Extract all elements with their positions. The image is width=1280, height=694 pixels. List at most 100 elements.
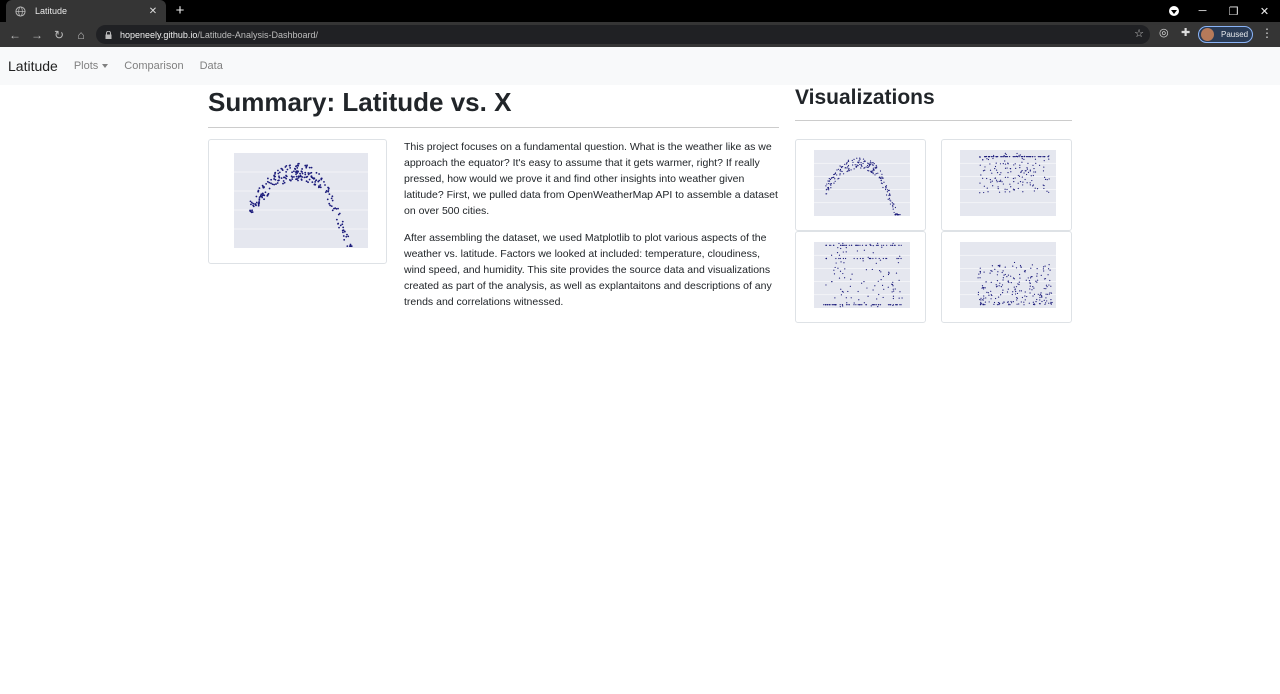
- nav-plots-dropdown[interactable]: Plots: [74, 60, 109, 72]
- plot-point: [834, 178, 836, 180]
- plot-point: [847, 166, 849, 168]
- viz-thumbnail-cloudiness[interactable]: [795, 231, 926, 323]
- plot-point: [1033, 190, 1035, 192]
- plot-point: [881, 176, 883, 178]
- plot-point: [875, 262, 877, 264]
- browser-menu-icon[interactable]: ⋮: [1261, 26, 1273, 40]
- plot-point: [262, 186, 265, 189]
- bookmark-star-icon[interactable]: ☆: [1134, 27, 1144, 40]
- plot-point: [315, 171, 318, 174]
- plot-point: [855, 304, 857, 306]
- reload-icon[interactable]: ↻: [48, 28, 70, 42]
- forward-icon[interactable]: →: [26, 28, 48, 42]
- media-control-icon[interactable]: [1169, 6, 1179, 16]
- plot-point: [853, 257, 855, 260]
- plot-point: [342, 235, 345, 237]
- plot-point: [995, 162, 997, 164]
- browser-tab[interactable]: Latitude ✕: [6, 0, 166, 22]
- main-plot-thumbnail[interactable]: [208, 139, 387, 264]
- plot-point: [990, 290, 992, 292]
- plot-point: [997, 271, 999, 273]
- plot-point: [890, 244, 892, 246]
- plot-point: [983, 191, 985, 194]
- plot-point: [1032, 301, 1034, 303]
- plot-point: [1006, 276, 1008, 278]
- viz-thumbnail-humidity[interactable]: [941, 139, 1072, 231]
- close-window-icon[interactable]: ✕: [1249, 5, 1280, 18]
- plot-point: [999, 173, 1001, 176]
- plot-point: [1013, 180, 1015, 183]
- plot-point: [872, 244, 874, 247]
- viz-thumbnail-temperature[interactable]: [795, 139, 926, 231]
- lock-icon[interactable]: [104, 30, 112, 39]
- plot-point: [1016, 299, 1018, 301]
- address-bar[interactable]: hopeneely.github.io/Latitude-Analysis-Da…: [96, 25, 1150, 44]
- plot-point: [280, 167, 283, 170]
- back-icon[interactable]: ←: [4, 28, 26, 42]
- viz-thumbnail-wind-speed[interactable]: [941, 231, 1072, 323]
- plot-point: [334, 207, 337, 210]
- plot-point: [875, 304, 877, 306]
- plot-point: [877, 244, 879, 246]
- plot-point: [1026, 295, 1028, 298]
- plot-point: [280, 177, 283, 180]
- extensions-puzzle-icon[interactable]: ✚: [1181, 26, 1190, 39]
- plot-point: [1023, 158, 1025, 161]
- plot-point: [255, 204, 257, 207]
- plot-point: [982, 177, 984, 179]
- nav-data-link[interactable]: Data: [200, 60, 223, 72]
- navbar-brand[interactable]: Latitude: [8, 58, 58, 74]
- plot-point: [331, 195, 334, 198]
- plot-point: [856, 250, 858, 252]
- plot-point: [1032, 303, 1035, 306]
- plot-point: [987, 292, 989, 294]
- temperature-plot-image: [234, 153, 368, 248]
- plot-point: [857, 290, 859, 293]
- chevron-down-icon: [102, 64, 109, 69]
- plot-point: [341, 223, 344, 226]
- plot-point: [346, 245, 349, 247]
- restore-icon[interactable]: ❐: [1218, 5, 1249, 18]
- plot-point: [986, 187, 988, 189]
- plot-point: [882, 186, 884, 189]
- nav-comparison-link[interactable]: Comparison: [124, 60, 183, 72]
- plot-point: [862, 257, 864, 260]
- plot-point: [873, 163, 875, 165]
- plot-point: [1029, 282, 1031, 284]
- minimize-icon[interactable]: ─: [1187, 5, 1218, 17]
- plot-point: [839, 170, 841, 172]
- plot-point: [1037, 293, 1039, 295]
- plot-point: [1033, 167, 1035, 170]
- plot-point: [979, 272, 981, 274]
- plot-point: [1036, 279, 1039, 281]
- tab-close-icon[interactable]: ✕: [146, 6, 160, 17]
- plot-point: [308, 166, 311, 169]
- plot-point: [299, 172, 301, 175]
- plot-point: [1042, 266, 1045, 268]
- plot-point: [870, 171, 872, 173]
- plot-point: [984, 169, 986, 171]
- plot-point: [1026, 167, 1028, 169]
- plot-point: [297, 170, 300, 173]
- plot-point: [310, 166, 313, 169]
- plot-point: [998, 302, 1000, 304]
- extension-icon[interactable]: ◎: [1159, 26, 1169, 39]
- plot-point: [266, 177, 269, 180]
- plot-point: [251, 209, 253, 212]
- plot-point: [823, 304, 825, 306]
- plot-point: [885, 185, 887, 188]
- plot-point: [988, 294, 990, 296]
- plot-point: [872, 167, 874, 169]
- plot-point: [1022, 191, 1024, 193]
- plot-point: [984, 304, 986, 306]
- plot-point: [1029, 288, 1031, 290]
- plot-point: [867, 166, 869, 168]
- profile-button[interactable]: Paused: [1198, 26, 1253, 43]
- plot-point: [1014, 177, 1016, 179]
- plot-point: [1007, 163, 1009, 165]
- plot-point: [863, 302, 865, 304]
- new-tab-icon[interactable]: +: [173, 3, 187, 19]
- plot-point: [985, 297, 987, 299]
- home-icon[interactable]: ⌂: [70, 28, 92, 42]
- plot-point: [282, 180, 285, 182]
